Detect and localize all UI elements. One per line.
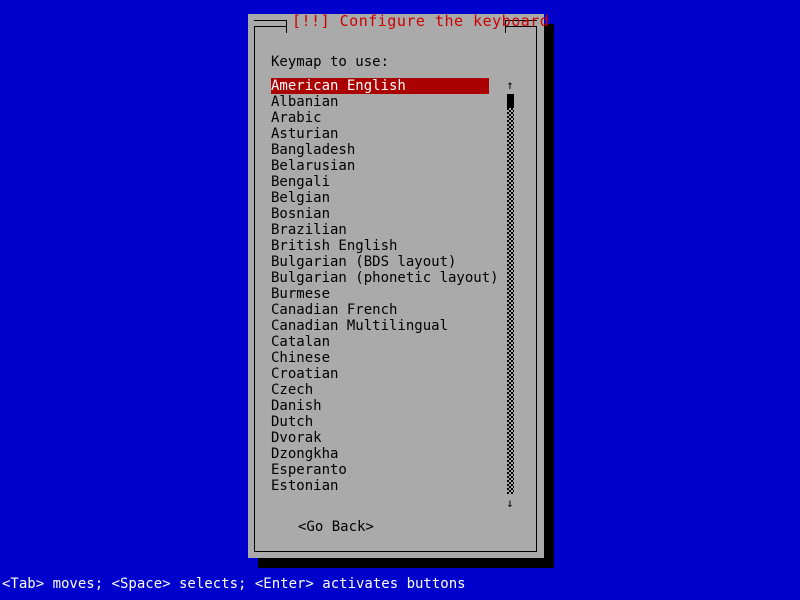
frame-bottom-border bbox=[254, 551, 537, 552]
configure-keyboard-dialog: [!!] Configure the keyboard Keymap to us… bbox=[248, 12, 549, 558]
keymap-list[interactable]: American English Albanian Arabic Asturian Ba… bbox=[271, 78, 499, 494]
keymap-list-item[interactable]: Canadian Multilingual bbox=[271, 318, 489, 334]
bottom-strip bbox=[0, 593, 800, 600]
keymap-list-item[interactable]: Croatian bbox=[271, 366, 489, 382]
keymap-list-item[interactable]: Dutch bbox=[271, 414, 489, 430]
keymap-list-item[interactable]: Brazilian bbox=[271, 222, 489, 238]
keymap-list-item[interactable]: Arabic bbox=[271, 110, 489, 126]
keymap-list-item[interactable]: Esperanto bbox=[271, 462, 489, 478]
keymap-list-item[interactable]: Belarusian bbox=[271, 158, 489, 174]
go-back-button[interactable]: <Go Back> bbox=[298, 519, 374, 535]
scroll-up-arrow-icon[interactable]: ↑ bbox=[504, 78, 516, 92]
keymap-list-item[interactable]: Catalan bbox=[271, 334, 489, 350]
status-bar: <Tab> moves; <Space> selects; <Enter> ac… bbox=[0, 576, 800, 593]
keymap-list-item[interactable]: British English bbox=[271, 238, 489, 254]
keymap-list-item[interactable]: Bulgarian (BDS layout) bbox=[271, 254, 489, 270]
keymap-scrollbar[interactable]: ↑ ↓ bbox=[504, 78, 516, 510]
scroll-down-arrow-icon[interactable]: ↓ bbox=[504, 496, 516, 510]
keymap-list-item[interactable]: Czech bbox=[271, 382, 489, 398]
frame-top-left-segment bbox=[254, 20, 287, 21]
keymap-list-item[interactable]: American English bbox=[271, 78, 489, 94]
scrollbar-thumb[interactable] bbox=[507, 94, 514, 108]
keymap-list-item[interactable]: Chinese bbox=[271, 350, 489, 366]
dialog-title: [!!] Configure the keyboard bbox=[292, 12, 550, 30]
keymap-list-item[interactable]: Asturian bbox=[271, 126, 489, 142]
keymap-list-item[interactable]: Dzongkha bbox=[271, 446, 489, 462]
keymap-prompt-label: Keymap to use: bbox=[271, 54, 390, 70]
keymap-list-item[interactable]: Bangladesh bbox=[271, 142, 489, 158]
keymap-list-item[interactable]: Burmese bbox=[271, 286, 489, 302]
keymap-list-item[interactable]: Bosnian bbox=[271, 206, 489, 222]
frame-right-border bbox=[536, 26, 537, 552]
installer-screen: [!!] Configure the keyboard Keymap to us… bbox=[0, 0, 800, 600]
frame-left-border bbox=[254, 26, 255, 552]
scrollbar-track[interactable] bbox=[507, 94, 514, 494]
keymap-list-item[interactable]: Dvorak bbox=[271, 430, 489, 446]
keymap-list-item[interactable]: Belgian bbox=[271, 190, 489, 206]
frame-tick-left bbox=[286, 20, 287, 33]
frame-top-left-inner bbox=[254, 26, 286, 27]
keymap-list-item[interactable]: Estonian bbox=[271, 478, 489, 494]
keymap-list-item[interactable]: Albanian bbox=[271, 94, 489, 110]
keymap-list-item[interactable]: Danish bbox=[271, 398, 489, 414]
keymap-list-item[interactable]: Bengali bbox=[271, 174, 489, 190]
keymap-list-item[interactable]: Bulgarian (phonetic layout) bbox=[271, 270, 499, 286]
keymap-list-item[interactable]: Canadian French bbox=[271, 302, 489, 318]
